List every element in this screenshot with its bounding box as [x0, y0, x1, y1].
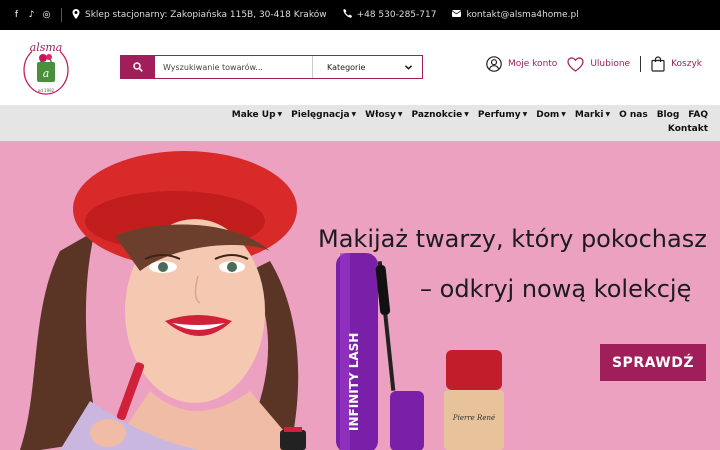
heart-icon: [567, 56, 584, 72]
nav-item-o-nas[interactable]: O nas: [619, 110, 648, 120]
nav-row: Make Up ▼ Pielęgnacja ▼ Włosy ▼ Paznokcie ▼ Perf…: [232, 110, 708, 120]
tiktok-icon[interactable]: ♪: [27, 10, 36, 20]
address-text: Sklep stacjonarny: Zakopiańska 115B, 30-…: [85, 10, 327, 20]
caret-down-icon: ▼: [351, 111, 357, 118]
check-button[interactable]: SPRAWDŹ: [600, 344, 706, 381]
phone-text: +48 530-285-717: [356, 10, 437, 20]
nav-item-perfumy[interactable]: Perfumy ▼: [478, 110, 527, 120]
email-link[interactable]: kontakt@alsma4home.pl: [452, 10, 579, 20]
mascara-label: INFINITY LASH: [347, 333, 361, 431]
nav-item-label: O nas: [619, 110, 648, 120]
location-pin-icon: [72, 8, 80, 22]
social-links: f ♪ ◎: [12, 10, 51, 20]
hero-subtitle: – odkryj nową kolekcję: [420, 275, 692, 303]
nav-item-marki[interactable]: Marki ▼: [575, 110, 610, 120]
category-select[interactable]: Kategorie: [312, 56, 422, 78]
alsma-logo[interactable]: alsma a od 1992: [22, 40, 70, 96]
header: alsma a od 1992 Kategorie Moje konto Ulu…: [0, 30, 720, 105]
hero-banner[interactable]: INFINITY LASH Pierre René Makijaż twarzy…: [0, 141, 720, 450]
cart-link[interactable]: Koszyk: [651, 56, 702, 72]
nav-item-make-up[interactable]: Make Up ▼: [232, 110, 282, 120]
phone-icon: [342, 9, 352, 21]
nav-item-paznokcie[interactable]: Paznokcie ▼: [411, 110, 468, 120]
favorites-label: Ulubione: [590, 59, 631, 69]
nav-item-label: FAQ: [688, 110, 708, 120]
facebook-icon[interactable]: f: [12, 10, 21, 20]
favorites-link[interactable]: Ulubione: [567, 56, 631, 72]
divider: [640, 56, 642, 72]
caret-down-icon: ▼: [464, 111, 469, 118]
svg-text:alsma: alsma: [30, 41, 63, 54]
my-account-link[interactable]: Moje konto: [486, 56, 557, 72]
caret-down-icon: ▼: [605, 111, 611, 118]
nav-item-blog[interactable]: Blog: [657, 110, 680, 120]
caret-down-icon: ▼: [561, 111, 566, 118]
header-links: Moje konto Ulubione Koszyk: [486, 56, 702, 72]
nav-item-label: Pielęgnacja: [291, 110, 350, 120]
phone-link[interactable]: +48 530-285-717: [342, 9, 437, 21]
svg-text:a: a: [43, 67, 50, 80]
divider: [61, 8, 62, 22]
foundation-label: Pierre René: [452, 414, 495, 422]
main-nav: Make Up ▼ Pielęgnacja ▼ Włosy ▼ Paznokcie ▼ Perf…: [0, 105, 720, 141]
nav-item-faq[interactable]: FAQ: [688, 110, 708, 120]
cart-label: Koszyk: [671, 59, 702, 69]
nav-item-label: Make Up: [231, 110, 276, 120]
shopping-bag-icon: [651, 56, 665, 72]
nav-item-label: Blog: [656, 110, 680, 120]
category-label: Kategorie: [327, 62, 366, 72]
store-address: Sklep stacjonarny: Zakopiańska 115B, 30-…: [72, 8, 327, 22]
search-input[interactable]: [155, 56, 312, 78]
caret-down-icon: ▼: [522, 111, 528, 118]
nav-item-kontakt[interactable]: Kontakt: [668, 124, 708, 134]
envelope-icon: [452, 10, 462, 20]
instagram-icon[interactable]: ◎: [42, 10, 51, 20]
nav-item-label: Marki: [574, 110, 604, 120]
hero-title: Makijaż twarzy, który pokochasz: [318, 225, 707, 253]
search-bar: Kategorie: [120, 55, 423, 79]
search-button[interactable]: [121, 56, 155, 78]
svg-text:od 1992: od 1992: [38, 88, 55, 93]
nav-item-label: Perfumy: [477, 110, 521, 120]
user-icon: [486, 56, 502, 72]
nav-item-label: Włosy: [365, 110, 396, 120]
my-account-label: Moje konto: [508, 59, 558, 69]
search-icon: [133, 62, 143, 72]
caret-down-icon: ▼: [397, 111, 403, 118]
nav-item-label: Dom: [536, 110, 560, 120]
nav-item-włosy[interactable]: Włosy ▼: [365, 110, 402, 120]
nav-item-label: Paznokcie: [411, 110, 463, 120]
email-text: kontakt@alsma4home.pl: [466, 10, 579, 20]
top-bar: f ♪ ◎ Sklep stacjonarny: Zakopiańska 115…: [0, 0, 720, 30]
nav-item-dom[interactable]: Dom ▼: [536, 110, 566, 120]
nav-item-pielęgnacja[interactable]: Pielęgnacja ▼: [291, 110, 356, 120]
chevron-down-icon: [405, 64, 412, 70]
caret-down-icon: ▼: [277, 111, 283, 118]
